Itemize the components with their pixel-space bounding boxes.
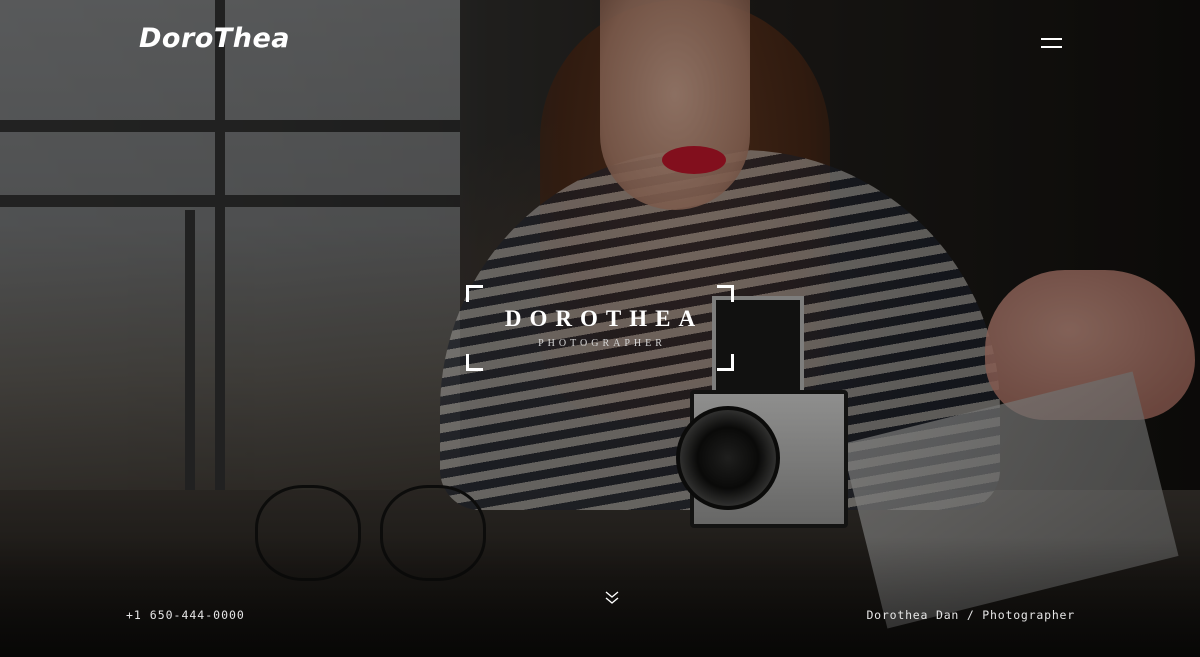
frame-corner-bottom-left [466,354,483,371]
site-logo[interactable]: DoroThea [139,22,290,56]
bottom-gradient [0,537,1200,657]
footer-credit: Dorothea Dan / Photographer [866,608,1075,622]
phone-link[interactable]: +1 650-444-0000 [126,607,245,623]
frame-corner-top-left [466,285,483,302]
scroll-down-button[interactable] [603,589,621,607]
frame-corner-bottom-right [717,354,734,371]
hero-role: PHOTOGRAPHER [538,338,666,349]
hero-section: DoroThea DOROTHEA PHOTOGRAPHER +1 650-44… [0,0,1200,657]
double-chevron-down-icon [605,591,619,604]
hero-title-block: DOROTHEA PHOTOGRAPHER [466,285,734,371]
menu-button[interactable] [1038,34,1066,54]
hero-name: DOROTHEA [504,306,704,331]
frame-corner-top-right [717,285,734,302]
